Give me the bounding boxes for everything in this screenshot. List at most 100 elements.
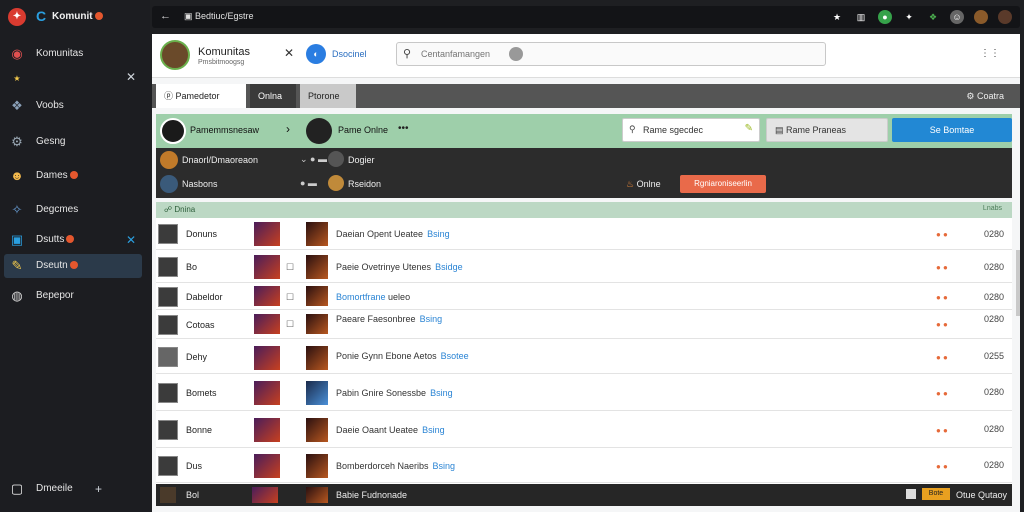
close-icon[interactable]: ✕: [126, 233, 136, 247]
table-row[interactable]: Bomets Pabin Gnire Sonessbe Bsing ● ● 028…: [156, 375, 1012, 411]
tab-right-action[interactable]: ⚙ Coatra: [966, 84, 1004, 108]
secondary-button[interactable]: ▤ Rame Praneas: [766, 118, 888, 142]
row-link[interactable]: Bsotee: [441, 351, 469, 361]
row-desc-wrap: Paeare Faesonbree Bsing: [336, 314, 442, 324]
grid-icon[interactable]: ⋮⋮: [980, 48, 1000, 59]
avatar[interactable]: [160, 118, 186, 144]
item-icon: [158, 315, 178, 335]
close-icon[interactable]: ✕: [126, 70, 136, 84]
section-right[interactable]: Lnabs: [983, 205, 1002, 212]
row-checkbox[interactable]: ☐: [286, 292, 294, 303]
profile-name-right[interactable]: Pame Onlne: [338, 125, 388, 135]
sidebar-item-voobs[interactable]: ❖ Voobs: [4, 94, 142, 118]
more-icon[interactable]: •••: [398, 123, 409, 134]
sidebar-item-degcmes[interactable]: ✧ Degcmes: [4, 198, 142, 222]
row-value: 0255: [983, 351, 1004, 361]
item-thumbnail: [254, 418, 280, 442]
sidebar-footer-item[interactable]: ▢ Dmeeile +: [4, 477, 142, 501]
image-icon: ▣: [184, 11, 196, 21]
row-link[interactable]: Bsidge: [435, 262, 463, 272]
add-icon[interactable]: +: [95, 482, 102, 496]
back-arrow-icon[interactable]: ←: [160, 10, 171, 22]
item-thumbnail-secondary: [306, 255, 328, 279]
puzzle-icon[interactable]: ❖: [926, 10, 940, 24]
sidebar-item-bepepor[interactable]: ◍ Bepepor: [4, 284, 142, 308]
settings-icon: ⚙: [966, 91, 977, 101]
primary-button[interactable]: Se Bomtae: [892, 118, 1012, 142]
app-title: Komunit: [52, 11, 103, 22]
row-desc-wrap: Daeie Oaant Ueatee Bsing: [336, 425, 445, 435]
tab-bar: ⓟ Pamedetor Onlna Ptorone ⚙ Coatra: [152, 84, 1020, 108]
row-checkbox[interactable]: ☐: [286, 319, 294, 330]
row-link[interactable]: Bsing: [422, 425, 445, 435]
sidebar-item-dames[interactable]: ☻ Dames: [4, 164, 142, 188]
row-link[interactable]: Bsing: [430, 388, 453, 398]
status-online: Onlne: [636, 179, 661, 189]
row-link[interactable]: Bsing: [420, 314, 443, 324]
notification-badge: [94, 12, 103, 21]
bars-icon[interactable]: ▥: [854, 10, 868, 24]
square-icon[interactable]: [906, 489, 916, 499]
sidebar-item-label: Dseutn: [36, 260, 68, 271]
table-row[interactable]: Bonne Daeie Oaant Ueatee Bsing ● ● 0280: [156, 412, 1012, 448]
row-desc: Daeie Oaant Ueatee: [336, 425, 419, 435]
sidebar-item-dseutn[interactable]: ✎ Dseutn: [4, 254, 142, 278]
profile-input-text: Rame sgecdec: [643, 125, 704, 135]
sidebar-item-gesng[interactable]: ⚙ Gesng: [4, 130, 142, 154]
sidebar-item-dsutts[interactable]: ▣ Dsutts ✕: [4, 228, 142, 252]
tab-pamedetor[interactable]: ⓟ Pamedetor: [156, 84, 246, 108]
main-panel: Komunitas Pmsbitmoogsg ✕ ◐ Dsocinel ⚲ ⋮⋮…: [152, 34, 1020, 512]
star-icon[interactable]: ★: [830, 10, 844, 24]
header-link[interactable]: Dsocinel: [332, 49, 367, 59]
search-box[interactable]: ⚲: [396, 42, 826, 66]
app-logo-icon[interactable]: ✦: [8, 8, 26, 26]
table-row[interactable]: Bo ☐ Paeie Ovetrinye Utenes Bsidge ● ● 02…: [156, 251, 1012, 283]
notification-badge: [66, 235, 75, 244]
profile-name-left[interactable]: Pamemmsnesaw: [190, 125, 259, 135]
action-button[interactable]: Rgniaroniseerlin: [680, 175, 766, 193]
row-desc-wrap: Paeie Ovetrinye Utenes Bsidge: [336, 262, 463, 272]
sidebar-footer-label: Dmeeile: [36, 483, 73, 494]
table-row[interactable]: Dehy Ponie Gynn Ebone Aetos Bsotee ● ● 02…: [156, 340, 1012, 374]
community-icon: ◉: [11, 46, 23, 61]
row-desc: Pabin Gnire Sonessbe: [336, 388, 427, 398]
status-row[interactable]: Dnaorl/Dmaoreaon ⌄ ● ▬ Dogier: [156, 148, 1012, 172]
status-green-icon[interactable]: ●: [878, 10, 892, 24]
wing-icon: ✧: [11, 202, 23, 217]
row-name: Donuns: [186, 229, 218, 239]
user-icon[interactable]: ☺: [950, 10, 964, 24]
search-icon: ⚲: [629, 124, 636, 134]
profile-input[interactable]: ⚲ Rame sgecdec ✎: [622, 118, 760, 142]
chevron-down-icon[interactable]: ⌄ ● ▬: [300, 154, 327, 165]
pencil-icon[interactable]: ✎: [745, 123, 753, 134]
table-row[interactable]: Dabeldor ☐ Bomortfrane ueleo ● ● 0280: [156, 284, 1012, 310]
item-icon: [158, 257, 178, 277]
scrollbar[interactable]: [1016, 250, 1020, 316]
search-input[interactable]: [421, 46, 721, 62]
close-icon[interactable]: ✕: [284, 46, 294, 60]
table-row[interactable]: Dus Bomberdorceh Naeribs Bsing ● ● 0280: [156, 449, 1012, 483]
row-link[interactable]: Bsing: [427, 229, 450, 239]
table-row[interactable]: Donuns Daeian Opent Ueatee Bsing ● ● 0280: [156, 218, 1012, 250]
sidebar-item-komunitas[interactable]: ◉ Komunitas: [4, 42, 142, 68]
avatar-secondary[interactable]: [306, 118, 332, 144]
avatar[interactable]: [160, 40, 190, 70]
status-row[interactable]: Nasbons ● ▬ Rseidon ♨ Onlne Rgniaronisee…: [156, 172, 1012, 196]
rating-icon: ● ●: [936, 426, 948, 435]
footer-row-right[interactable]: Otue Qutaoy: [956, 490, 1007, 500]
row-desc: Paeare Faesonbree: [336, 314, 416, 324]
chat-bubble-icon[interactable]: ◐: [306, 44, 326, 64]
sidebar-sub-item[interactable]: ★ ✕: [4, 70, 142, 86]
avatar[interactable]: [974, 10, 988, 24]
tab-onlna[interactable]: Onlna: [250, 84, 296, 108]
toggle-icon[interactable]: ● ▬: [300, 178, 317, 188]
avatar-secondary[interactable]: [998, 10, 1012, 24]
table-row[interactable]: Cotoas ☐ Paeare Faesonbree Bsing ● ● 0280: [156, 311, 1012, 339]
tab-right-label: Coatra: [976, 91, 1004, 101]
row-checkbox[interactable]: ☐: [286, 262, 294, 273]
pin-icon[interactable]: ✦: [902, 10, 916, 24]
row-desc[interactable]: Bomortfrane: [336, 292, 386, 302]
tab-ptorone[interactable]: Ptorone: [300, 84, 356, 108]
footer-row[interactable]: Bol Babie Fudnonade Bote Otue Qutaoy: [156, 484, 1012, 506]
row-link[interactable]: Bsing: [433, 461, 456, 471]
